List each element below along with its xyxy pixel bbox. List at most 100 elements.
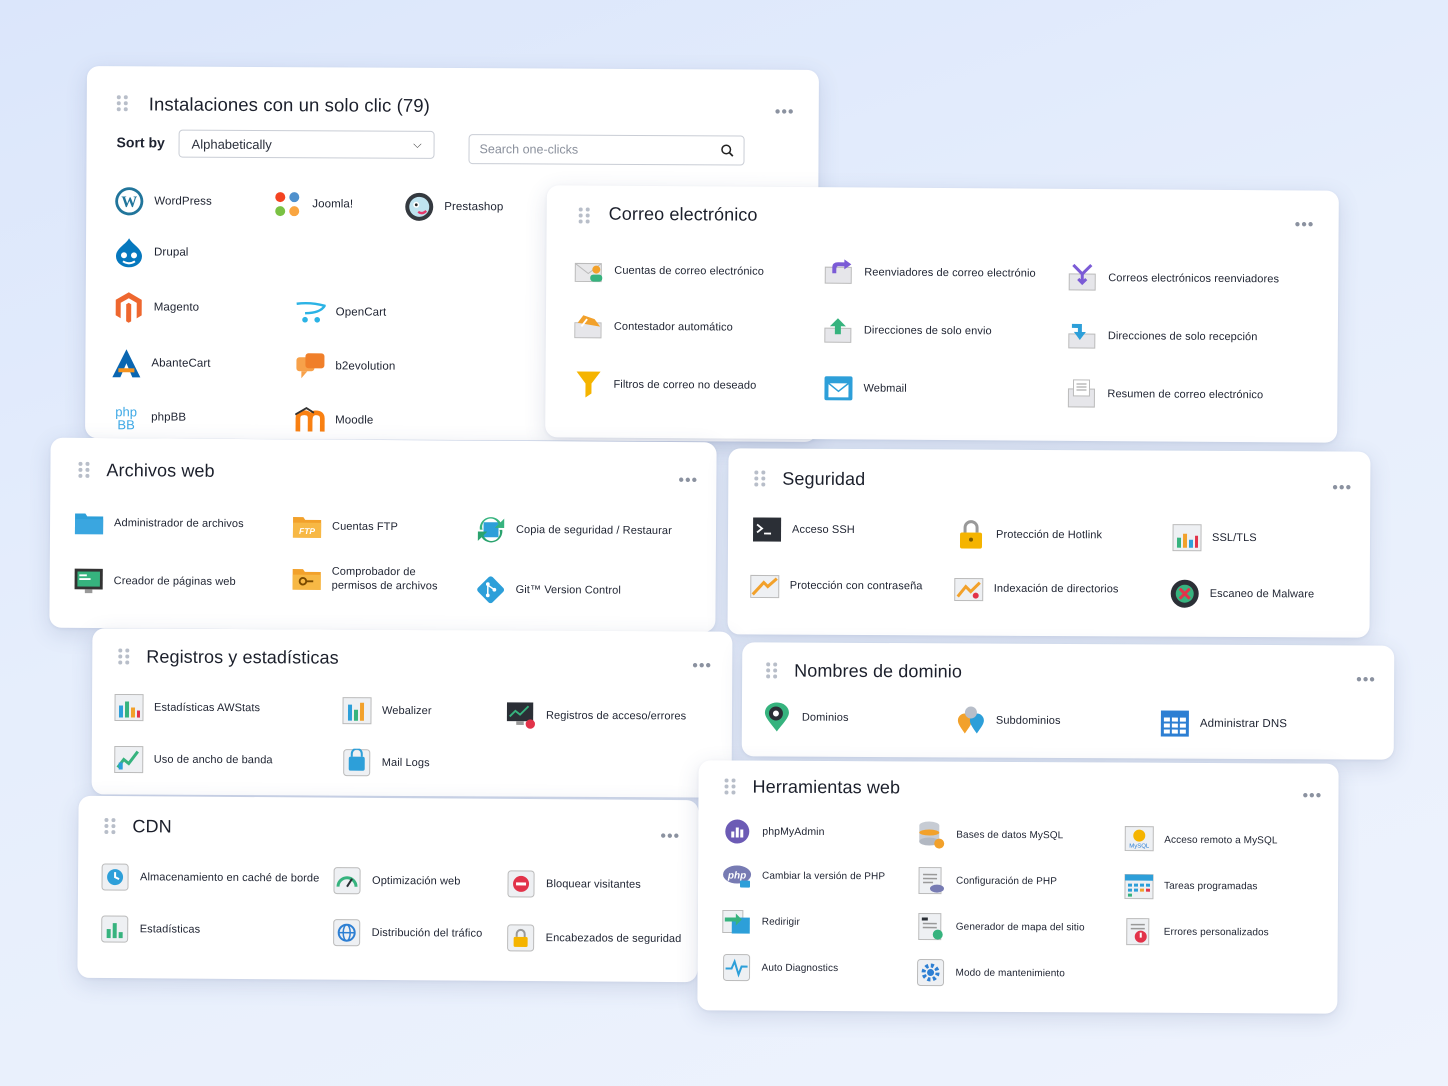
traffic-distribution[interactable]: Distribución del tráfico <box>332 918 483 949</box>
malware-scan[interactable]: Escaneo de Malware <box>1170 579 1315 610</box>
block-visitors[interactable]: Bloquear visitantes <box>506 869 641 900</box>
email-send-only[interactable]: Direcciones de solo envio <box>824 315 992 346</box>
more-options-icon[interactable]: ••• <box>1332 479 1352 496</box>
subdomains[interactable]: Subdominios <box>956 705 1061 736</box>
database-icon <box>916 819 946 849</box>
edge-caching[interactable]: Almacenamiento en caché de borde <box>100 862 320 894</box>
email-autoresponder[interactable]: Contestador automático <box>574 311 733 342</box>
webalizer[interactable]: Webalizer <box>342 696 432 726</box>
git-icon <box>476 575 506 605</box>
drag-handle-icon[interactable] <box>78 461 90 478</box>
search-icon[interactable] <box>720 143 734 157</box>
more-options-icon[interactable]: ••• <box>1302 787 1322 804</box>
drupal-icon <box>114 237 144 268</box>
app-phpbb[interactable]: php BB phpBB <box>111 402 186 432</box>
item-label: Modo de mantenimiento <box>955 967 1065 979</box>
drag-handle-icon[interactable] <box>766 662 778 679</box>
password-protection[interactable]: Protección con contraseña <box>750 570 923 601</box>
malware-icon <box>1170 579 1200 609</box>
item-label: Distribución del tráfico <box>371 926 483 940</box>
search-input[interactable] <box>479 142 721 158</box>
app-b2evolution[interactable]: b2evolution <box>295 351 395 382</box>
email-spam-filters[interactable]: Filtros de correo no deseado <box>573 369 756 400</box>
web-optimization[interactable]: Optimización web <box>332 866 461 897</box>
item-label: Optimización web <box>372 874 461 888</box>
ftp-accounts[interactable]: FTP Cuentas FTP <box>292 511 398 542</box>
app-abantecart[interactable]: AbanteCart <box>111 348 211 379</box>
search-field[interactable] <box>468 134 745 166</box>
drag-handle-icon[interactable] <box>754 470 766 487</box>
manage-dns[interactable]: Administrar DNS <box>1160 708 1287 739</box>
email-webmail[interactable]: Webmail <box>823 373 907 404</box>
email-digest[interactable]: Resumen de correo electrónico <box>1067 379 1263 410</box>
app-wordpress[interactable]: W WordPress <box>114 186 212 217</box>
lock-icon <box>956 520 986 550</box>
redirects[interactable]: Redirigir <box>722 906 800 936</box>
item-label: Uso de ancho de banda <box>153 753 273 767</box>
ssh-access[interactable]: Acceso SSH <box>752 514 855 545</box>
ssl-tls[interactable]: SSL/TLS <box>1172 523 1257 553</box>
drag-handle-icon[interactable] <box>118 648 130 665</box>
bandwidth-usage[interactable]: Uso de ancho de banda <box>114 744 273 775</box>
drag-handle-icon[interactable] <box>724 778 736 795</box>
card-title: Registros y estadísticas <box>146 646 339 668</box>
item-label: Bloquear visitantes <box>545 878 641 891</box>
awstats[interactable]: Estadísticas AWStats <box>114 692 260 723</box>
file-manager[interactable]: Administrador de archivos <box>74 508 244 539</box>
drag-handle-icon[interactable] <box>578 207 590 224</box>
item-label: Acceso SSH <box>792 523 855 536</box>
mysql-databases[interactable]: Bases de datos MySQL <box>916 819 1063 850</box>
php-config[interactable]: Configuración de PHP <box>916 865 1057 896</box>
card-title: Nombres de dominio <box>794 660 963 682</box>
email-receive-only[interactable]: Direcciones de solo recepción <box>1068 321 1258 352</box>
maintenance-mode[interactable]: Modo de mantenimiento <box>915 957 1065 988</box>
site-builder[interactable]: Creador de páginas web <box>74 566 236 597</box>
php-version[interactable]: php Cambiar la versión de PHP <box>722 860 885 891</box>
filter-icon <box>573 369 603 399</box>
hotlink-protection[interactable]: Protección de Hotlink <box>956 520 1102 551</box>
email-forwarders[interactable]: Reenviadores de correo electrónio <box>824 257 1036 288</box>
more-options-icon[interactable]: ••• <box>775 104 795 121</box>
more-options-icon[interactable]: ••• <box>1295 216 1315 233</box>
app-prestashop[interactable]: Prestashop <box>404 192 503 223</box>
app-moodle[interactable]: Moodle <box>295 405 373 435</box>
more-options-icon[interactable]: ••• <box>660 828 680 845</box>
cdn-statistics[interactable]: Estadísticas <box>100 914 201 945</box>
site-builder-icon <box>74 566 104 596</box>
item-label: Git™ Version Control <box>515 583 621 597</box>
sort-value: Alphabetically <box>191 136 272 152</box>
backup-restore[interactable]: Copia de seguridad / Restaurar <box>476 515 672 546</box>
auto-diagnostics[interactable]: Auto Diagnostics <box>721 952 838 983</box>
app-opencart[interactable]: OpenCart <box>296 297 387 327</box>
app-magento[interactable]: Magento <box>114 292 200 323</box>
index-folder-icon <box>954 574 984 604</box>
app-drupal[interactable]: Drupal <box>114 237 189 268</box>
more-options-icon[interactable]: ••• <box>1356 672 1376 689</box>
git-version-control[interactable]: Git™ Version Control <box>476 575 622 606</box>
email-forwarded[interactable]: Correos electrónicos reenviadores <box>1068 263 1279 294</box>
directory-indexing[interactable]: Indexación de directorios <box>954 574 1119 605</box>
app-joomla[interactable]: Joomla! <box>272 189 353 219</box>
lock-header-icon <box>506 923 536 953</box>
card-title: Herramientas web <box>752 776 901 798</box>
cron-jobs[interactable]: Tareas programadas <box>1124 871 1258 902</box>
terminal-icon <box>752 514 782 544</box>
permissions-checker[interactable]: Comprobador de permisos de archivos <box>292 563 462 594</box>
email-accounts[interactable]: Cuentas de correo electrónico <box>574 255 764 286</box>
more-options-icon[interactable]: ••• <box>692 657 712 674</box>
drag-handle-icon[interactable] <box>104 818 116 835</box>
item-label: Subdominios <box>995 714 1061 727</box>
more-options-icon[interactable]: ••• <box>678 472 698 489</box>
phpmyadmin[interactable]: phpMyAdmin <box>722 816 825 847</box>
sort-select[interactable]: Alphabetically ⌵ <box>178 129 435 159</box>
error-pages[interactable]: Errores personalizados <box>1124 917 1269 948</box>
access-error-logs[interactable]: Registros de acceso/errores <box>506 700 686 731</box>
domains[interactable]: Dominios <box>762 702 849 732</box>
sitemap-generator[interactable]: Generador de mapa del sitio <box>916 911 1085 942</box>
security-headers[interactable]: Encabezados de seguridad <box>506 923 682 954</box>
item-label: Comprobador de permisos de archivos <box>331 565 438 593</box>
remote-mysql[interactable]: MySQL Acceso remoto a MySQL <box>1124 825 1278 856</box>
drag-handle-icon[interactable] <box>116 95 128 112</box>
mail-logs[interactable]: Mail Logs <box>342 748 430 778</box>
item-label: Redirigir <box>761 916 800 928</box>
